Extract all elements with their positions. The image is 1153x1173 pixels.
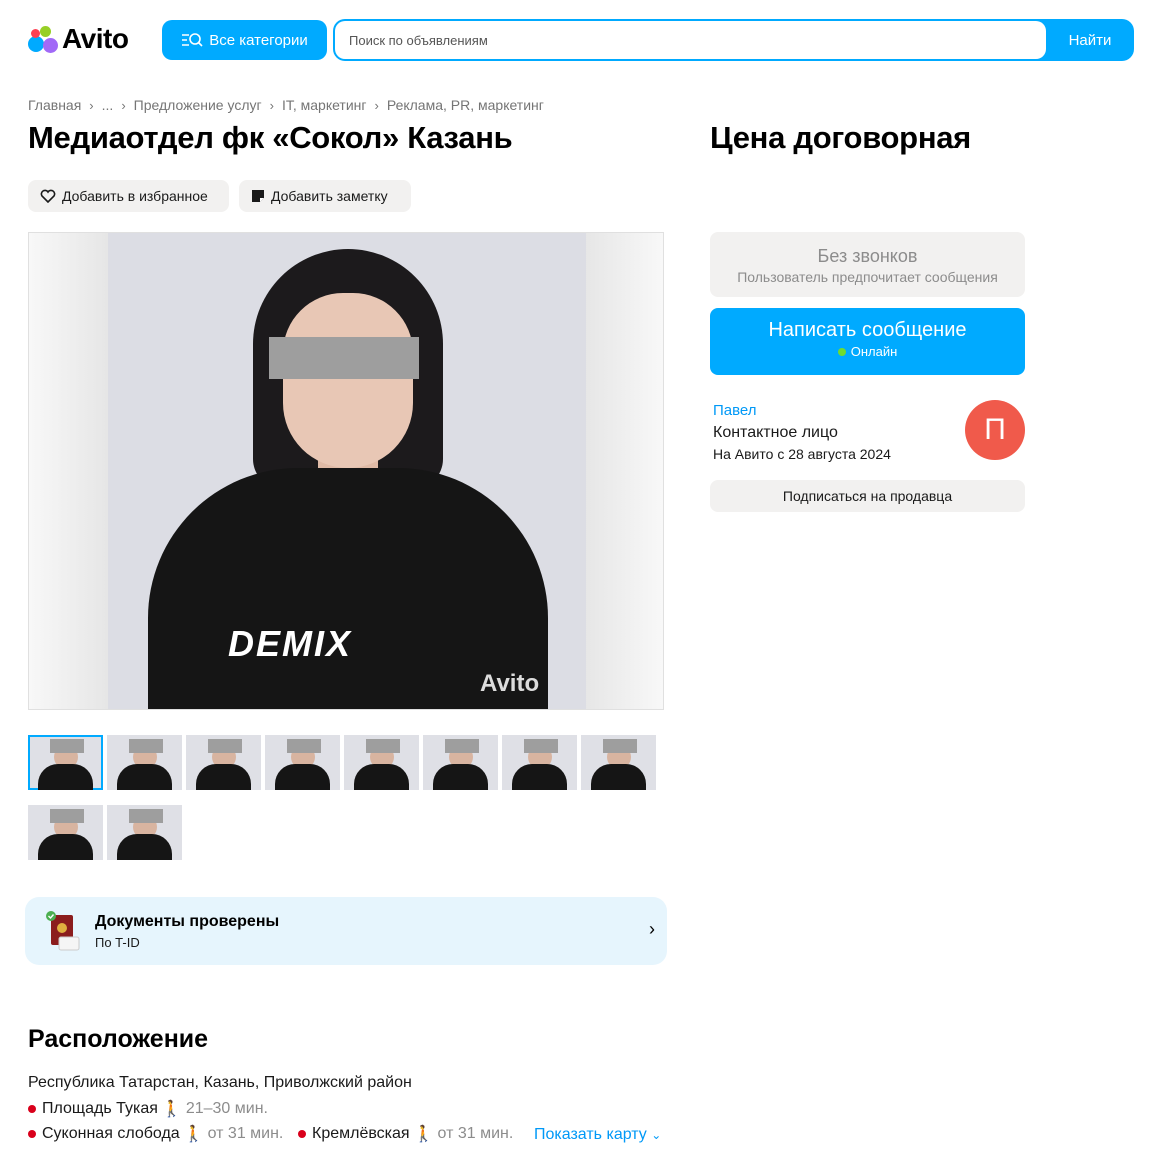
thumbnail[interactable] bbox=[28, 805, 103, 860]
chevron-right-icon: › bbox=[649, 919, 655, 939]
metro-station: Суконная слобода 🚶 от 31 мин. bbox=[28, 1124, 283, 1144]
all-categories-label: Все категории bbox=[209, 31, 308, 49]
metro-time: от 31 мин. bbox=[207, 1125, 284, 1142]
main-photo[interactable]: DEMIX Avito bbox=[28, 232, 664, 710]
breadcrumb-item-services[interactable]: Предложение услуг bbox=[134, 97, 262, 113]
metro-station: Площадь Тукая 🚶 21–30 мин. bbox=[28, 1099, 268, 1119]
online-status: Онлайн bbox=[710, 344, 1025, 359]
walk-icon: 🚶 bbox=[161, 1101, 182, 1118]
documents-verified-card[interactable]: Документы проверены По T-ID › bbox=[25, 897, 667, 965]
listing-price: Цена договорная bbox=[710, 120, 971, 155]
write-message-button[interactable]: Написать сообщение Онлайн bbox=[710, 308, 1025, 375]
chevron-right-icon: › bbox=[269, 97, 274, 113]
thumbnail[interactable] bbox=[423, 735, 498, 790]
thumbnail[interactable] bbox=[107, 735, 182, 790]
thumbnail[interactable] bbox=[186, 735, 261, 790]
no-calls-title: Без звонков bbox=[817, 246, 918, 266]
subscribe-seller-button[interactable]: Подписаться на продавца bbox=[710, 480, 1025, 512]
avito-logo[interactable]: Avito bbox=[28, 23, 129, 54]
logo-dots-icon bbox=[28, 24, 60, 54]
thumbnail[interactable] bbox=[502, 735, 577, 790]
write-message-label: Написать сообщение bbox=[768, 319, 967, 341]
seller-avatar[interactable]: П bbox=[965, 400, 1025, 460]
online-dot-icon bbox=[837, 347, 846, 356]
all-categories-button[interactable]: Все категории bbox=[162, 20, 327, 60]
person-photo: DEMIX Avito bbox=[108, 233, 586, 709]
metro-line-dot bbox=[28, 1105, 36, 1113]
heart-icon bbox=[40, 189, 56, 203]
add-favorite-button[interactable]: Добавить в избранное bbox=[28, 180, 229, 212]
metro-line-dot bbox=[298, 1130, 306, 1138]
walk-icon: 🚶 bbox=[413, 1126, 434, 1143]
thumbnail[interactable] bbox=[28, 735, 103, 790]
search-button[interactable]: Найти bbox=[1046, 19, 1134, 61]
passport-check-icon bbox=[46, 911, 80, 951]
breadcrumb-item-ads[interactable]: Реклама, PR, маркетинг bbox=[387, 97, 544, 113]
thumbnail[interactable] bbox=[107, 805, 182, 860]
metro-line-dot bbox=[28, 1130, 36, 1138]
breadcrumb-item-it[interactable]: IT, маркетинг bbox=[282, 97, 367, 113]
no-calls-notice: Без звонков Пользователь предпочитает со… bbox=[710, 232, 1025, 297]
chevron-right-icon: › bbox=[121, 97, 126, 113]
add-favorite-label: Добавить в избранное bbox=[62, 188, 208, 204]
hoodie-brand-text: DEMIX bbox=[228, 623, 353, 664]
thumbnail[interactable] bbox=[344, 735, 419, 790]
thumbnail[interactable] bbox=[265, 735, 340, 790]
chevron-right-icon: › bbox=[374, 97, 379, 113]
docs-subtitle: По T-ID bbox=[95, 935, 140, 950]
metro-name: Площадь Тукая bbox=[42, 1100, 158, 1117]
listing-title: Медиаотдел фк «Сокол» Казань bbox=[28, 120, 513, 155]
metro-station: Кремлёвская 🚶 от 31 мин. bbox=[298, 1124, 513, 1144]
note-icon bbox=[252, 190, 264, 202]
no-calls-subtitle: Пользователь предпочитает сообщения bbox=[737, 269, 998, 285]
docs-title: Документы проверены bbox=[95, 913, 280, 930]
search-bar: Найти bbox=[333, 19, 1134, 61]
breadcrumb: Главная › ... › Предложение услуг › IT, … bbox=[28, 97, 544, 113]
metro-name: Суконная слобода bbox=[42, 1125, 180, 1142]
metro-time: от 31 мин. bbox=[437, 1125, 514, 1142]
metro-name: Кремлёвская bbox=[312, 1125, 410, 1142]
seller-name-link[interactable]: Павел bbox=[713, 402, 757, 419]
add-note-button[interactable]: Добавить заметку bbox=[239, 180, 411, 212]
show-map-link[interactable]: Показать карту ⌄ bbox=[534, 1126, 661, 1144]
search-input[interactable] bbox=[335, 21, 1046, 59]
seller-role: Контактное лицо bbox=[713, 424, 838, 441]
online-label: Онлайн bbox=[850, 344, 898, 359]
thumbnail[interactable] bbox=[581, 735, 656, 790]
chevron-right-icon: › bbox=[89, 97, 94, 113]
add-note-label: Добавить заметку bbox=[271, 188, 388, 204]
categories-search-icon bbox=[182, 33, 203, 47]
breadcrumb-item-ellipsis[interactable]: ... bbox=[102, 97, 114, 113]
chevron-down-icon: ⌄ bbox=[651, 1128, 662, 1142]
seller-since: На Авито с 28 августа 2024 bbox=[713, 446, 891, 462]
breadcrumb-item-home[interactable]: Главная bbox=[28, 97, 81, 113]
face-blur bbox=[269, 337, 419, 379]
metro-time: 21–30 мин. bbox=[185, 1100, 268, 1117]
avito-watermark: Avito bbox=[480, 670, 540, 697]
location-title: Расположение bbox=[28, 1025, 209, 1053]
walk-icon: 🚶 bbox=[183, 1126, 204, 1143]
show-map-label: Показать карту bbox=[534, 1126, 647, 1143]
location-address: Республика Татарстан, Казань, Приволжски… bbox=[28, 1074, 412, 1091]
logo-text: Avito bbox=[62, 23, 129, 54]
